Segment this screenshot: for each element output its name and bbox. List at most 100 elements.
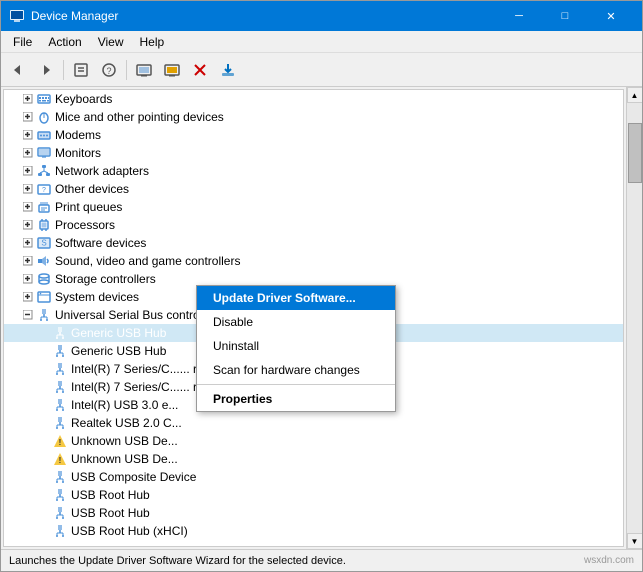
tree-item[interactable]: Print queues <box>4 198 623 216</box>
maximize-button[interactable]: □ <box>542 1 588 31</box>
tree-item-label: Generic USB Hub <box>71 344 166 358</box>
tree-item[interactable]: Monitors <box>4 144 623 162</box>
network-button[interactable] <box>159 57 185 83</box>
brand-text: wsxdn.com <box>584 555 634 566</box>
tree-item[interactable]: !Unknown USB De... <box>4 432 623 450</box>
expand-button[interactable] <box>20 181 36 197</box>
scan-button[interactable] <box>131 57 157 83</box>
svg-text:!: ! <box>59 456 62 465</box>
expand-button[interactable] <box>20 307 36 323</box>
tree-item-label: USB Composite Device <box>71 470 196 484</box>
help-button[interactable]: ? <box>96 57 122 83</box>
tree-item-label: USB Root Hub (xHCI) <box>71 524 188 538</box>
back-button[interactable] <box>5 57 31 83</box>
usb-icon <box>52 343 68 359</box>
expand-button[interactable] <box>20 199 36 215</box>
context-menu-item[interactable]: Uninstall <box>197 334 395 358</box>
tree-item[interactable]: S Software devices <box>4 234 623 252</box>
tree-item[interactable]: Processors <box>4 216 623 234</box>
tree-item-label: Modems <box>55 128 101 142</box>
expand-button[interactable] <box>20 91 36 107</box>
update-button[interactable] <box>215 57 241 83</box>
app-icon <box>9 8 25 24</box>
scroll-thumb[interactable] <box>628 123 642 183</box>
tree-item[interactable]: USB Root Hub <box>4 486 623 504</box>
expand-button[interactable] <box>20 145 36 161</box>
tree-item[interactable]: ?Other devices <box>4 180 623 198</box>
window-controls: ─ □ ✕ <box>496 1 634 31</box>
close-button[interactable]: ✕ <box>588 1 634 31</box>
expand-button[interactable] <box>20 217 36 233</box>
usb-icon <box>52 379 68 395</box>
context-menu: Update Driver Software...DisableUninstal… <box>196 285 396 412</box>
print-icon <box>36 199 52 215</box>
expand-button[interactable] <box>20 253 36 269</box>
tree-item[interactable]: ! Unknown USB De... <box>4 450 623 468</box>
scroll-down[interactable]: ▼ <box>627 533 643 549</box>
toolbar-sep-1 <box>63 60 64 80</box>
usb-category-icon <box>36 307 52 323</box>
tree-item[interactable]: USB Root Hub <box>4 504 623 522</box>
other-icon: ? <box>36 181 52 197</box>
tree-item[interactable]: Keyboards <box>4 90 623 108</box>
toolbar-sep-2 <box>126 60 127 80</box>
usb-icon <box>52 523 68 539</box>
svg-text:?: ? <box>106 66 111 76</box>
tree-item[interactable]: Sound, video and game controllers <box>4 252 623 270</box>
tree-item-label: Unknown USB De... <box>71 452 178 466</box>
tree-item[interactable]: USB Root Hub (xHCI) <box>4 522 623 540</box>
status-text: Launches the Update Driver Software Wiza… <box>9 555 346 567</box>
context-menu-separator <box>197 384 395 385</box>
menu-action[interactable]: Action <box>40 33 89 51</box>
tree-item-label: Software devices <box>55 236 146 250</box>
context-menu-item[interactable]: Properties <box>197 387 395 411</box>
expand-button[interactable] <box>20 289 36 305</box>
forward-button[interactable] <box>33 57 59 83</box>
context-menu-item[interactable]: Scan for hardware changes <box>197 358 395 382</box>
svg-text:!: ! <box>59 438 62 447</box>
tree-item-label: Print queues <box>55 200 122 214</box>
system-icon <box>36 289 52 305</box>
warning-icon: ! <box>52 433 68 449</box>
keyboard-icon <box>36 91 52 107</box>
context-menu-item[interactable]: Disable <box>197 310 395 334</box>
usb-icon <box>52 487 68 503</box>
sound-icon <box>36 253 52 269</box>
tree-item[interactable]: Modems <box>4 126 623 144</box>
context-menu-item[interactable]: Update Driver Software... <box>197 286 395 310</box>
cpu-icon <box>36 217 52 233</box>
menu-help[interactable]: Help <box>132 33 173 51</box>
network-icon <box>36 163 52 179</box>
menu-view[interactable]: View <box>90 33 132 51</box>
menu-file[interactable]: File <box>5 33 40 51</box>
title-bar: Device Manager ─ □ ✕ <box>1 1 642 31</box>
scrollbar[interactable]: ▲ ▼ <box>626 87 642 549</box>
usb-icon <box>52 361 68 377</box>
tree-item[interactable]: Realtek USB 2.0 C... <box>4 414 623 432</box>
scroll-track[interactable] <box>627 103 642 533</box>
device-manager-window: Device Manager ─ □ ✕ File Action View He… <box>0 0 643 572</box>
expand-button[interactable] <box>20 109 36 125</box>
usb-icon <box>52 469 68 485</box>
expand-button[interactable] <box>20 127 36 143</box>
tree-item[interactable]: Mice and other pointing devices <box>4 108 623 126</box>
window-title: Device Manager <box>31 9 496 23</box>
usb-icon <box>52 325 68 341</box>
svg-text:?: ? <box>42 187 46 194</box>
modem-icon <box>36 127 52 143</box>
tree-item-label: Realtek USB 2.0 C... <box>71 416 182 430</box>
svg-text:S: S <box>41 239 46 248</box>
tree-item-label: Monitors <box>55 146 101 160</box>
tree-item[interactable]: Network adapters <box>4 162 623 180</box>
properties-button[interactable] <box>68 57 94 83</box>
delete-button[interactable] <box>187 57 213 83</box>
tree-item[interactable]: USB Composite Device <box>4 468 623 486</box>
scroll-up[interactable]: ▲ <box>627 87 643 103</box>
content-area: KeyboardsMice and other pointing devices… <box>1 87 642 549</box>
expand-button[interactable] <box>20 163 36 179</box>
minimize-button[interactable]: ─ <box>496 1 542 31</box>
storage-icon <box>36 271 52 287</box>
expand-button[interactable] <box>20 235 36 251</box>
expand-button[interactable] <box>20 271 36 287</box>
usb-icon <box>52 397 68 413</box>
